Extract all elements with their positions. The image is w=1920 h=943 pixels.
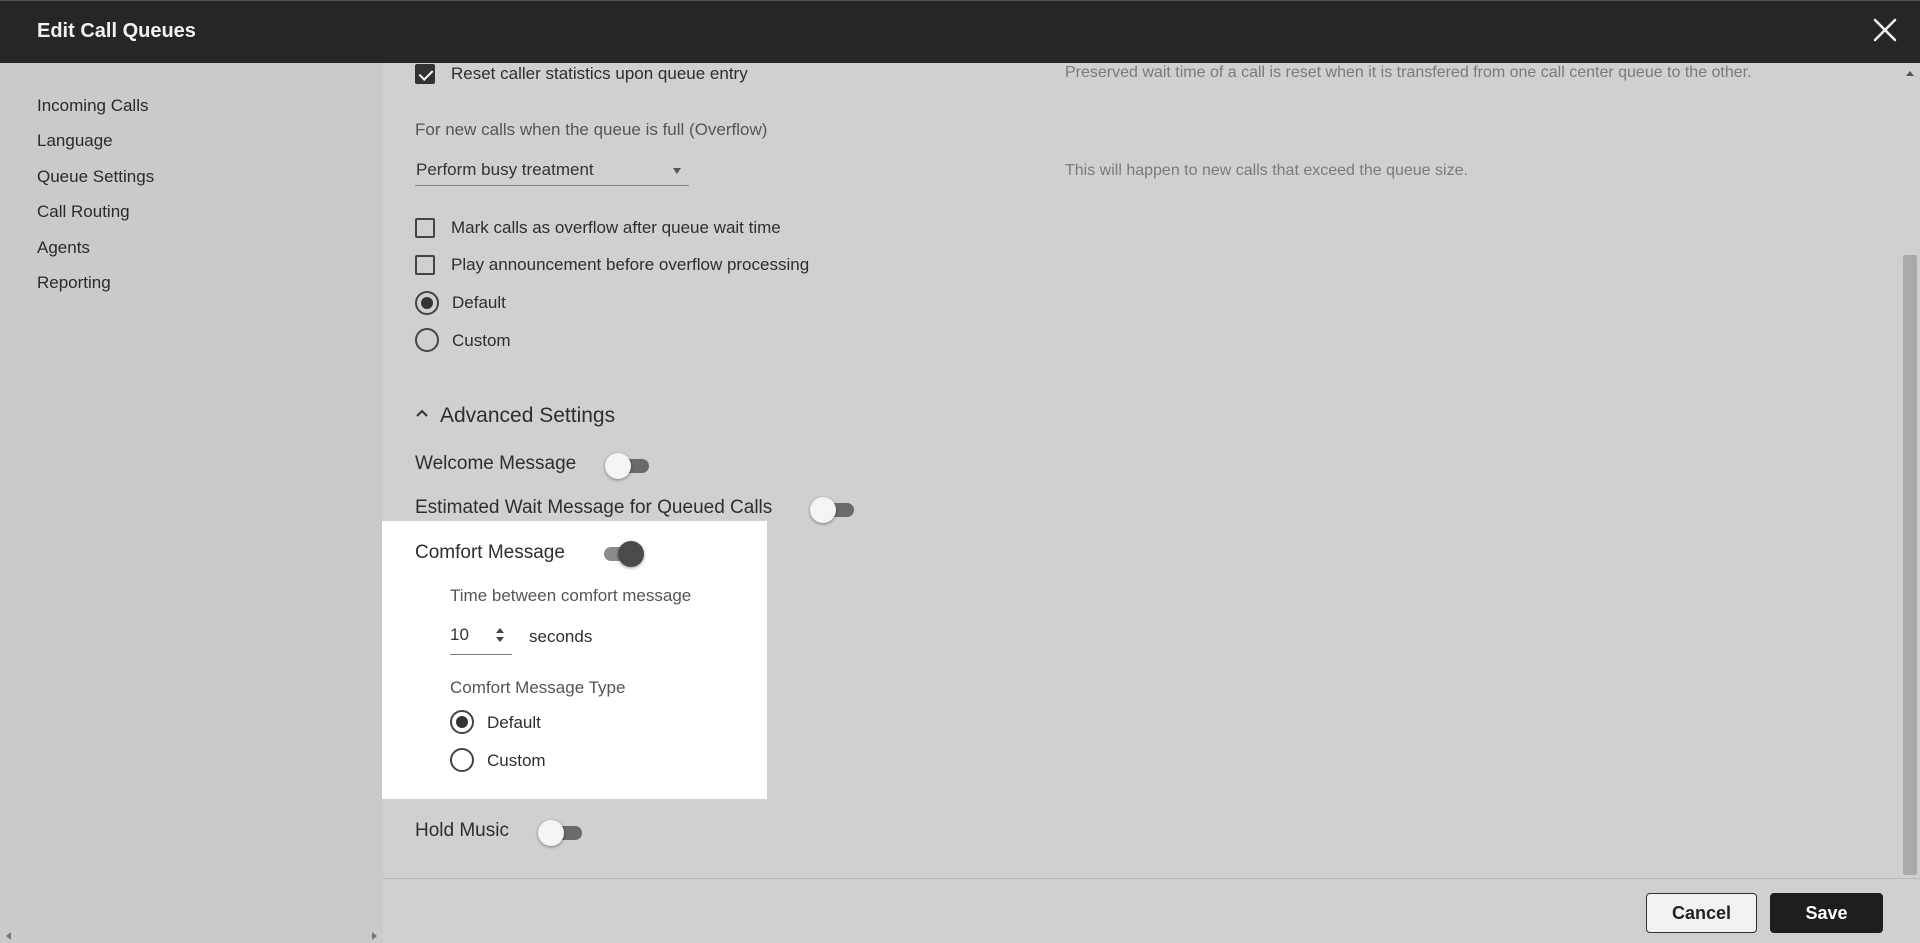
toggle-knob	[538, 820, 564, 846]
sidebar-item-language[interactable]: Language	[37, 131, 113, 151]
comfort-message-label: Comfort Message	[415, 542, 565, 563]
reset-stats-label: Reset caller statistics upon queue entry	[451, 64, 748, 83]
titlebar: Edit Call Queues	[0, 0, 1920, 63]
save-button[interactable]: Save	[1770, 893, 1883, 933]
dropdown-caret-icon	[673, 168, 681, 174]
spin-up-icon[interactable]	[496, 628, 504, 633]
scroll-right-icon[interactable]	[372, 932, 377, 940]
scroll-up-icon[interactable]	[1906, 71, 1914, 76]
spinner-icon[interactable]	[494, 627, 506, 645]
mark-overflow-checkbox[interactable]	[415, 218, 435, 238]
comfort-type-custom-radio[interactable]	[450, 748, 474, 772]
announcement-default-radio[interactable]	[415, 291, 439, 315]
vertical-scrollbar[interactable]	[1900, 63, 1920, 878]
comfort-interval-stepper[interactable]	[450, 621, 512, 655]
comfort-message-toggle[interactable]	[598, 541, 644, 567]
hold-music-label: Hold Music	[415, 820, 509, 841]
comfort-type-label: Comfort Message Type	[450, 678, 626, 697]
queue-settings-panel: Reset caller statistics upon queue entry…	[383, 63, 1900, 878]
overflow-select[interactable]: Perform busy treatment	[415, 156, 689, 186]
comfort-interval-label: Time between comfort message	[450, 586, 692, 605]
sidebar-item-call-routing[interactable]: Call Routing	[37, 202, 130, 222]
spin-down-icon[interactable]	[496, 637, 504, 642]
advanced-settings-heading[interactable]: Advanced Settings	[440, 404, 615, 428]
sidebar-horizontal-scrollbar[interactable]	[0, 929, 383, 943]
dialog-footer: Cancel Save	[383, 878, 1920, 943]
overflow-heading: For new calls when the queue is full (Ov…	[415, 120, 768, 139]
hold-music-toggle[interactable]	[538, 820, 584, 846]
toggle-knob	[810, 497, 836, 523]
close-icon[interactable]	[1870, 15, 1900, 45]
scrollbar-thumb[interactable]	[1903, 255, 1917, 875]
mark-overflow-label: Mark calls as overflow after queue wait …	[451, 218, 781, 237]
dialog-title: Edit Call Queues	[37, 20, 196, 42]
play-announcement-label: Play announcement before overflow proces…	[451, 255, 810, 274]
chevron-up-icon[interactable]	[414, 406, 430, 418]
announcement-custom-radio[interactable]	[415, 328, 439, 352]
comfort-type-custom-label: Custom	[487, 751, 546, 770]
sidebar-item-agents[interactable]: Agents	[37, 238, 90, 258]
overflow-hint: This will happen to new calls that excee…	[1065, 162, 1468, 179]
sidebar-item-incoming-calls[interactable]: Incoming Calls	[37, 96, 149, 116]
reset-stats-checkbox[interactable]	[415, 64, 435, 84]
play-announcement-checkbox[interactable]	[415, 255, 435, 275]
comfort-interval-unit: seconds	[529, 627, 593, 646]
welcome-message-label: Welcome Message	[415, 453, 577, 474]
sidebar-item-reporting[interactable]: Reporting	[37, 273, 111, 293]
estimated-wait-toggle[interactable]	[810, 497, 856, 523]
comfort-type-default-label: Default	[487, 713, 541, 732]
scroll-left-icon[interactable]	[6, 932, 11, 940]
welcome-message-toggle[interactable]	[605, 453, 651, 479]
comfort-type-default-radio[interactable]	[450, 710, 474, 734]
toggle-knob	[605, 453, 631, 479]
announcement-custom-label: Custom	[452, 331, 511, 350]
reset-stats-hint: Preserved wait time of a call is reset w…	[1065, 64, 1752, 81]
announcement-default-label: Default	[452, 293, 506, 312]
sidebar-nav: Incoming Calls Language Queue Settings C…	[0, 63, 383, 943]
comfort-interval-input[interactable]	[450, 625, 490, 645]
overflow-select-value: Perform busy treatment	[416, 160, 594, 179]
estimated-wait-label: Estimated Wait Message for Queued Calls	[415, 497, 773, 518]
cancel-button[interactable]: Cancel	[1646, 893, 1757, 933]
toggle-knob	[618, 541, 644, 567]
sidebar-item-queue-settings[interactable]: Queue Settings	[37, 167, 154, 187]
